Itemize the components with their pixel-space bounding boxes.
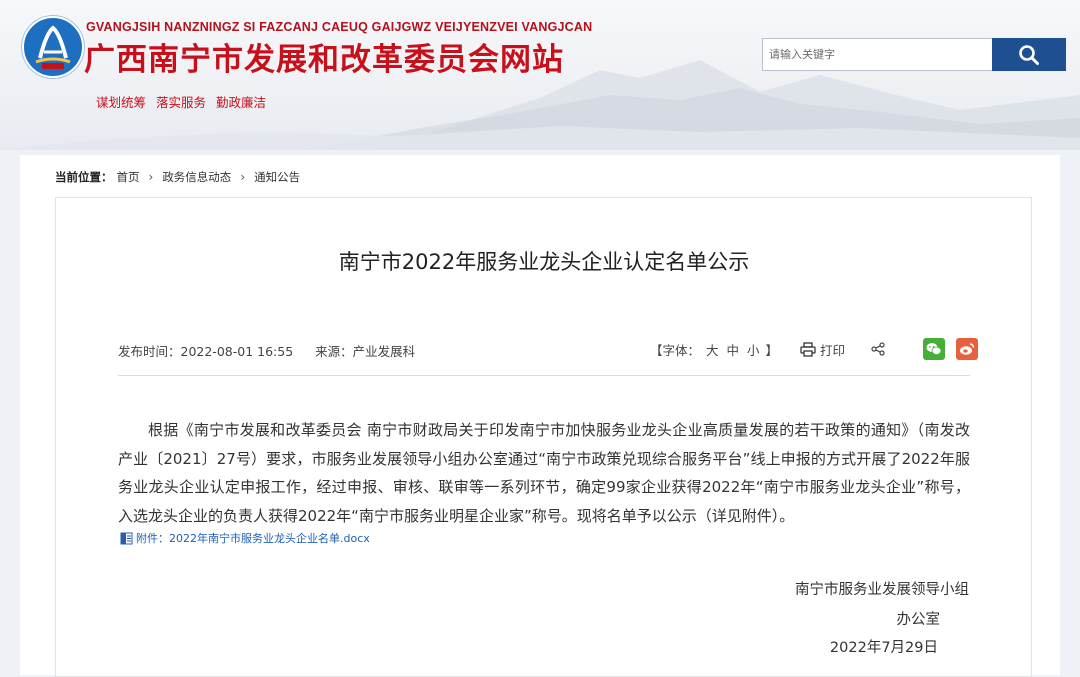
print-button[interactable]: 打印 — [800, 340, 845, 359]
weibo-share-button[interactable] — [956, 338, 979, 360]
article-meta: 发布时间：2022-08-01 16:55 来源：产业发展科 — [118, 341, 415, 360]
print-label: 打印 — [820, 342, 846, 358]
font-size-medium[interactable]: 中 — [727, 343, 740, 358]
slogan-item: 谋划统筹 — [96, 95, 147, 110]
font-size-suffix: 】 — [765, 342, 779, 358]
site-title[interactable]: 广西南宁市发展和改革委员会网站 — [84, 34, 564, 79]
font-size-prefix: 【字体： — [650, 342, 701, 358]
search-box — [762, 38, 1066, 71]
slogan-item: 勤政廉洁 — [216, 95, 267, 110]
signature-office: 办公室 — [896, 612, 941, 628]
search-input[interactable] — [762, 38, 992, 71]
weibo-icon — [960, 343, 975, 355]
article-title: 南宁市2022年服务业龙头企业认定名单公示 — [338, 250, 750, 274]
chevron-right-icon: › — [240, 170, 246, 184]
font-size-small[interactable]: 小 — [747, 343, 760, 358]
breadcrumb-label: 当前位置： — [55, 170, 113, 184]
breadcrumb-news[interactable]: 政务信息动态 — [162, 169, 231, 185]
font-size-switcher: 【字体： 大 中 小 】 — [650, 340, 778, 359]
chevron-right-icon: › — [148, 170, 154, 184]
attachment-label: 附件：2022年南宁市服务业龙头企业名单.docx — [136, 532, 370, 545]
article-tools: 【字体： 大 中 小 】 打印 — [650, 338, 989, 360]
share-button[interactable] — [871, 342, 885, 356]
signature-org: 南宁市服务业发展领导小组 — [795, 582, 969, 598]
slogan-item: 落实服务 — [156, 95, 207, 110]
font-size-large[interactable]: 大 — [706, 343, 719, 358]
signature-date: 2022年7月29日 — [829, 640, 938, 656]
article-paragraph: 根据《南宁市发展和改革委员会 南宁市财政局关于印发南宁市加快服务业龙头企业高质量… — [118, 421, 970, 525]
site-header: GVANGJSIH NANZNINGZ SI FAZCANJ CAEUQ GAI… — [0, 0, 1080, 150]
search-button[interactable] — [992, 38, 1066, 71]
meta-divider — [118, 375, 970, 376]
printer-icon — [800, 341, 816, 357]
ribbon-logo-icon[interactable] — [22, 16, 84, 78]
share-icon — [871, 342, 885, 356]
site-pinyin-title: GVANGJSIH NANZNINGZ SI FAZCANJ CAEUQ GAI… — [86, 20, 593, 34]
slogans: 谋划统筹 落实服务 勤政廉洁 — [96, 92, 266, 111]
breadcrumb: 当前位置： 首页 › 政务信息动态 › 通知公告 — [55, 169, 304, 185]
publish-time: 发布时间：2022-08-01 16:55 — [118, 344, 294, 359]
breadcrumb-notices[interactable]: 通知公告 — [254, 169, 300, 185]
word-doc-icon — [120, 532, 133, 544]
search-icon — [1019, 44, 1039, 65]
article-source: 来源：产业发展科 — [315, 344, 416, 359]
attachment-link[interactable]: 附件：2022年南宁市服务业龙头企业名单.docx — [120, 530, 370, 546]
wechat-share-button[interactable] — [923, 338, 946, 360]
wechat-icon — [926, 343, 942, 355]
article-body: 根据《南宁市发展和改革委员会 南宁市财政局关于印发南宁市加快服务业龙头企业高质量… — [118, 416, 970, 530]
breadcrumb-home[interactable]: 首页 — [117, 169, 140, 185]
